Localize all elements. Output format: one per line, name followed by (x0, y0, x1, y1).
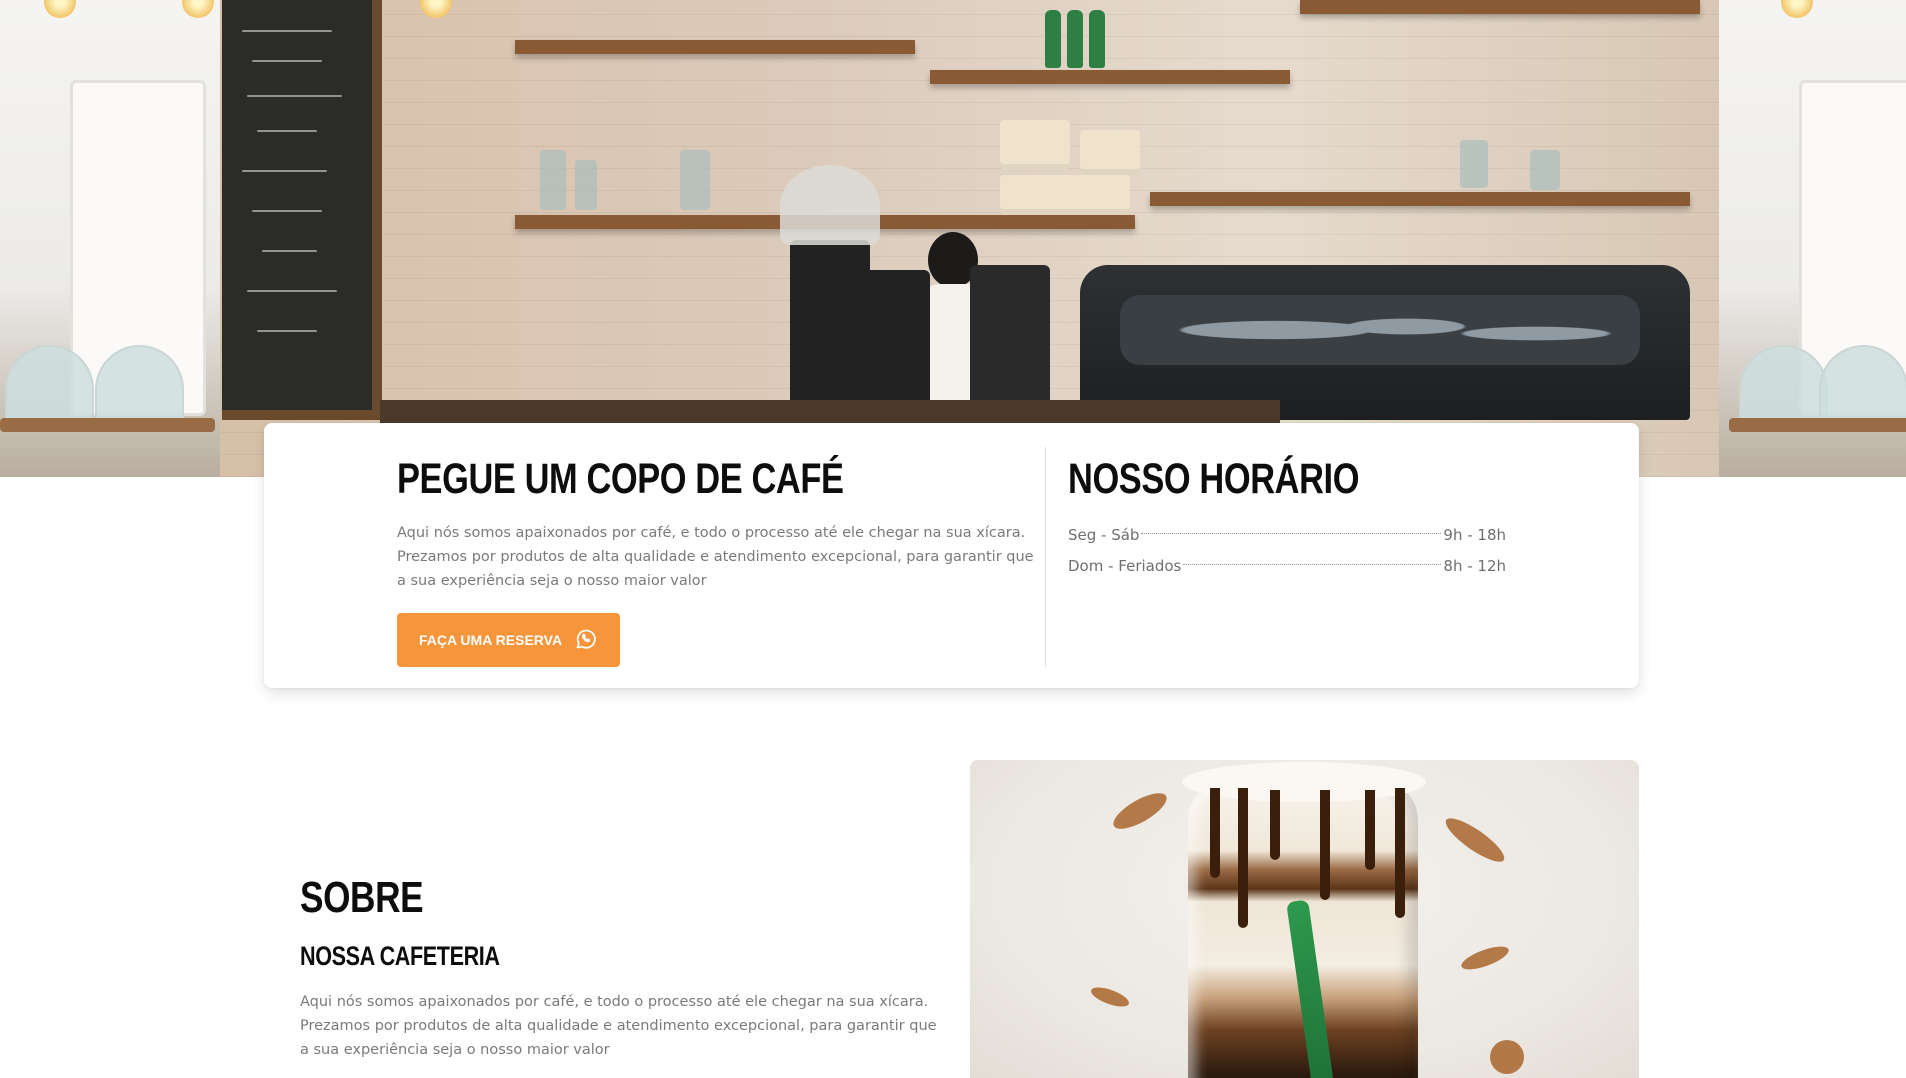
hours-day: Seg - Sáb (1068, 525, 1140, 544)
coffee-grinder (790, 240, 870, 420)
hours-time: 8h - 12h (1443, 556, 1506, 575)
chalkboard-menu (222, 0, 382, 420)
hours-row: Dom - Feriados 8h - 12h (1068, 550, 1506, 581)
hero-side-right (1719, 0, 1906, 477)
hero-photo (220, 0, 1719, 477)
reserve-button-label: FAÇA UMA RESERVA (418, 632, 563, 648)
wall-shelf (515, 40, 915, 54)
hours-row: Seg - Sáb 9h - 18h (1068, 519, 1506, 550)
hours-time: 9h - 18h (1443, 525, 1506, 544)
wall-shelf (1150, 192, 1690, 206)
hero-banner (0, 0, 1906, 477)
coffee-grinder (970, 265, 1050, 420)
hours-list: Seg - Sáb 9h - 18h Dom - Feriados 8h - 1… (1068, 519, 1506, 581)
intro-title: PEGUE UM COPO DE CAFÉ (397, 455, 844, 503)
pendant-bulb-icon (420, 0, 452, 18)
hours-day: Dom - Feriados (1068, 556, 1182, 575)
wall-shelf (1300, 0, 1700, 14)
pendant-bulb-icon (1781, 0, 1813, 18)
about-description: Aqui nós somos apaixonados por café, e t… (300, 994, 937, 1058)
hours-title: NOSSO HORÁRIO (1068, 455, 1360, 503)
cake-cloche (1739, 345, 1828, 424)
reserve-button[interactable]: FAÇA UMA RESERVA (397, 613, 620, 667)
dotted-leader (1141, 533, 1442, 534)
cake-stand (1814, 418, 1906, 432)
cake-cloche (5, 345, 94, 424)
wall-shelf (930, 70, 1290, 84)
cake-cloche (95, 345, 184, 424)
coffee-grinder (860, 270, 930, 420)
intro-description: Aqui nós somos apaixonados por café, e t… (397, 525, 1034, 589)
pendant-bulb-icon (44, 0, 76, 18)
about-subtitle: NOSSA CAFETERIA (300, 941, 500, 971)
cake-cloche (1819, 345, 1906, 424)
pendant-bulb-icon (182, 0, 214, 18)
espresso-machine (1080, 265, 1690, 420)
card-divider (1045, 447, 1046, 667)
about-title: SOBRE (300, 873, 424, 922)
info-card: PEGUE UM COPO DE CAFÉ Aqui nós somos apa… (264, 423, 1639, 688)
about-section: SOBRE NOSSA CAFETERIA Aqui nós somos apa… (300, 870, 950, 1062)
hero-side-left (0, 0, 220, 477)
dotted-leader (1183, 564, 1442, 565)
whatsapp-icon (574, 627, 598, 654)
coffee-cup-image (970, 760, 1639, 1078)
cake-stand (95, 418, 215, 432)
